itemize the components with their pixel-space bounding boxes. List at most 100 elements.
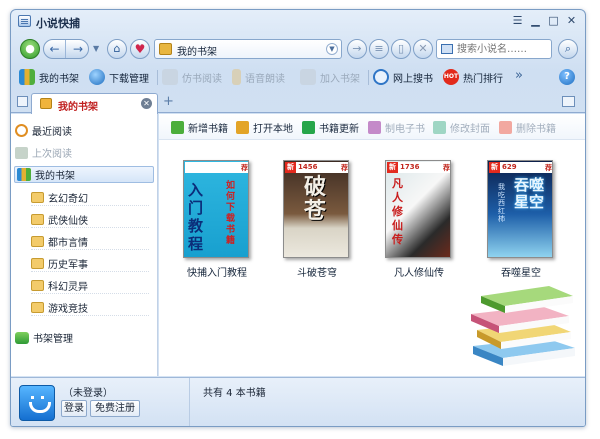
recommend-badge: 荐 <box>545 164 552 172</box>
window-controls: ☰ ▁ □ ✕ <box>510 14 579 28</box>
ebook-icon <box>368 121 381 134</box>
minimize-icon[interactable]: ▁ <box>528 14 543 28</box>
sidebar-item-category[interactable]: 都市言情 <box>31 233 149 250</box>
history-dropdown-icon[interactable]: ▼ <box>93 44 99 53</box>
sidebar-item-shelf-manage[interactable]: 书架管理 <box>15 329 73 346</box>
tab-label: 我的书架 <box>58 102 98 113</box>
book-title[interactable]: 吞噬星空 <box>477 264 565 279</box>
sidebar-toggle-icon[interactable] <box>17 96 28 107</box>
folder-icon <box>31 213 44 225</box>
open-local-button[interactable]: 打开本地 <box>236 120 293 135</box>
book-title[interactable]: 快捕入门教程 <box>173 264 261 279</box>
toolbar-label: 语音朗读 <box>245 73 285 85</box>
layout-icon[interactable] <box>562 96 575 107</box>
new-tab-icon[interactable]: + <box>163 94 174 109</box>
register-button[interactable]: 免费注册 <box>90 400 140 417</box>
book-title[interactable]: 凡人修仙传 <box>375 264 463 279</box>
sidebar-item-category[interactable]: 武侠仙侠 <box>31 211 149 228</box>
folder-icon <box>31 257 44 269</box>
book-cover[interactable]: 新 1456 荐 破苍 <box>283 160 349 258</box>
book-badge: 荐 <box>185 162 248 173</box>
login-status: （未登录） <box>63 388 113 399</box>
sidebar-item-category[interactable]: 历史军事 <box>31 255 149 272</box>
microphone-icon <box>232 69 241 85</box>
search-icon[interactable]: ⌕ <box>558 39 578 59</box>
recommend-badge: 荐 <box>443 164 450 172</box>
toolbar-online-search[interactable]: 网上搜书 <box>373 68 433 86</box>
sidebar-label: 游戏竞技 <box>48 303 88 315</box>
add-icon <box>171 121 184 134</box>
toolbar-my-bookshelf[interactable]: 我的书架 <box>19 68 79 86</box>
status-footer: （未登录） 登录 免费注册 共有 4 本书籍 <box>11 377 585 426</box>
search-box <box>436 39 552 59</box>
book-cover[interactable]: 新 629 荐 吞噬星空 我吃西红柿 <box>487 160 553 258</box>
home-icon[interactable]: ⌂ <box>107 39 127 59</box>
toolbar-divider <box>157 70 158 85</box>
back-icon[interactable]: ← <box>44 40 66 58</box>
folder-icon <box>31 301 44 313</box>
button-label: 制电子书 <box>385 124 425 135</box>
book-badge: 新 1456 荐 <box>285 162 348 173</box>
tab-close-icon[interactable]: ✕ <box>141 98 152 109</box>
maximize-icon[interactable]: □ <box>546 14 561 28</box>
sidebar-item-my-bookshelf[interactable]: 我的书架 <box>14 166 154 183</box>
edit-cover-button[interactable]: 修改封面 <box>433 120 490 135</box>
address-bar[interactable]: 我的书架 ▼ <box>154 39 342 59</box>
button-label: 新增书籍 <box>188 124 228 135</box>
close-icon[interactable]: ✕ <box>564 14 579 28</box>
avatar[interactable] <box>19 385 55 421</box>
chapter-count: 1456 <box>298 163 318 171</box>
bookshelf-icon <box>159 43 172 55</box>
tab-my-bookshelf[interactable]: 我的书架 ✕ <box>31 93 158 114</box>
back-forward-group: ← → <box>43 39 89 59</box>
toolbar-voice-reading[interactable]: 语音朗读 <box>232 68 285 86</box>
document-icon[interactable]: ▯ <box>391 39 411 59</box>
sidebar-item-category[interactable]: 游戏竞技 <box>31 299 149 316</box>
book-title[interactable]: 斗破苍穹 <box>273 264 361 279</box>
cover-subtitle: 如何下载书籍 <box>226 181 236 246</box>
button-label: 书籍更新 <box>319 124 359 135</box>
update-books-button[interactable]: 书籍更新 <box>302 120 359 135</box>
toolbar-download-manager[interactable]: 下载管理 <box>89 68 149 86</box>
sidebar-item-category[interactable]: 科幻灵异 <box>31 277 149 294</box>
toolbar-more-icon[interactable]: » <box>515 68 523 83</box>
address-dropdown-icon[interactable]: ▼ <box>326 43 338 55</box>
delete-book-button[interactable]: 删除书籍 <box>499 120 556 135</box>
toolbar-simulated-reading[interactable]: 仿书阅读 <box>162 68 222 86</box>
login-button[interactable]: 登录 <box>61 400 87 417</box>
sidebar-item-recent[interactable]: 最近阅读 <box>15 122 72 139</box>
toolbar-label: 网上搜书 <box>393 73 433 85</box>
stop-icon[interactable]: ✕ <box>413 39 433 59</box>
sidebar-item-last-read[interactable]: 上次阅读 <box>15 144 72 161</box>
sidebar-item-category[interactable]: 玄幻奇幻 <box>31 189 149 206</box>
make-ebook-button[interactable]: 制电子书 <box>368 120 425 135</box>
forward-icon[interactable]: → <box>67 40 89 58</box>
book-cover[interactable]: 荐 入门教程 如何下载书籍 <box>183 160 249 258</box>
toolbar-label: 我的书架 <box>39 73 79 85</box>
globe-download-icon <box>89 69 105 85</box>
manage-icon <box>15 331 29 344</box>
toolbar-hot-ranking[interactable]: HOT 热门排行 <box>443 68 503 86</box>
add-book-icon <box>300 69 316 85</box>
folder-icon <box>31 279 44 291</box>
toolbar-label: 下载管理 <box>109 73 149 85</box>
list-icon[interactable]: ≡ <box>369 39 389 59</box>
book-stack-illustration <box>471 286 575 366</box>
toolbar-add-to-shelf[interactable]: 加入书架 <box>300 68 360 86</box>
new-badge: 新 <box>489 162 500 173</box>
user-icon[interactable]: ● <box>20 39 40 59</box>
shelf-toolbar: 新增书籍 打开本地 书籍更新 制电子书 修改封面 删除书籍 <box>159 114 585 140</box>
cover-author: 我吃西红柿 <box>498 183 505 223</box>
go-icon[interactable]: → <box>347 39 367 59</box>
add-book-button[interactable]: 新增书籍 <box>171 120 228 135</box>
search-engine-icon <box>441 44 453 54</box>
sidebar-label: 都市言情 <box>48 237 88 249</box>
toolbar-label: 热门排行 <box>463 73 503 85</box>
skin-icon[interactable]: ☰ <box>510 14 525 28</box>
help-icon[interactable]: ? <box>559 69 575 85</box>
sidebar-label: 最近阅读 <box>32 127 72 138</box>
sidebar-label: 上次阅读 <box>32 149 72 160</box>
search-input[interactable] <box>457 42 549 56</box>
favorite-icon[interactable]: ♥ <box>130 39 150 59</box>
book-cover[interactable]: 新 1736 荐 凡人修仙传 <box>385 160 451 258</box>
